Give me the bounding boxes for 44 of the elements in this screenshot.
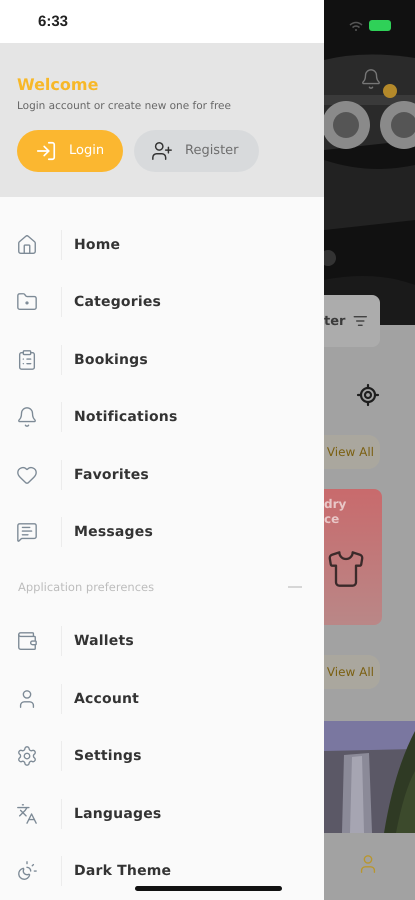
card-text: dry: [324, 497, 348, 512]
menu-label: Categories: [74, 294, 162, 310]
menu-item[interactable]: Dark Theme: [0, 842, 324, 900]
card-text: ce: [324, 512, 340, 527]
menu-label: Messages: [74, 524, 153, 540]
menu-label: Dark Theme: [74, 863, 172, 880]
translate-icon: [16, 802, 38, 825]
battery-icon: [369, 20, 391, 31]
wifi-icon: [349, 20, 363, 30]
locate-icon[interactable]: [356, 383, 380, 407]
menu-label: Wallets: [74, 633, 134, 650]
menu-item[interactable]: Home: [0, 216, 324, 274]
shirt-icon: [326, 549, 366, 589]
menu-label: Languages: [74, 806, 162, 822]
house-icon: [16, 234, 38, 256]
menu-item[interactable]: Account: [0, 670, 324, 728]
wallet-icon: [16, 630, 38, 652]
menu-label: Bookings: [74, 352, 148, 368]
menu-item[interactable]: Favorites: [0, 446, 324, 504]
theme-icon: [16, 860, 38, 882]
status-time: 6:33: [38, 12, 68, 30]
filter-button[interactable]: ter: [324, 295, 380, 347]
menu-item[interactable]: Languages: [0, 785, 324, 842]
settings-icon: [16, 745, 38, 768]
section-title: Application preferences: [18, 580, 154, 594]
menu-item[interactable]: Notifications: [0, 388, 324, 446]
menu-item[interactable]: Categories: [0, 274, 324, 331]
add-user-icon: [151, 140, 173, 162]
menu-label: Notifications: [74, 409, 178, 426]
menu-item[interactable]: Settings: [0, 728, 324, 785]
register-button[interactable]: Register: [134, 130, 259, 172]
menu-item[interactable]: Wallets: [0, 612, 324, 670]
bell-icon[interactable]: [360, 68, 382, 90]
menu-item[interactable]: Messages: [0, 504, 324, 561]
menu-label: Account: [74, 690, 140, 707]
menu-label: Favorites: [74, 466, 149, 483]
bell-icon: [16, 406, 38, 428]
menu-label: Home: [74, 236, 120, 253]
message-icon: [16, 521, 38, 544]
login-icon: [35, 140, 57, 162]
menu-label: Settings: [74, 748, 142, 764]
welcome-subtitle: Login account or create new one for free: [17, 100, 232, 112]
menu-item[interactable]: Bookings: [0, 331, 324, 388]
welcome-title: Welcome: [17, 74, 100, 94]
